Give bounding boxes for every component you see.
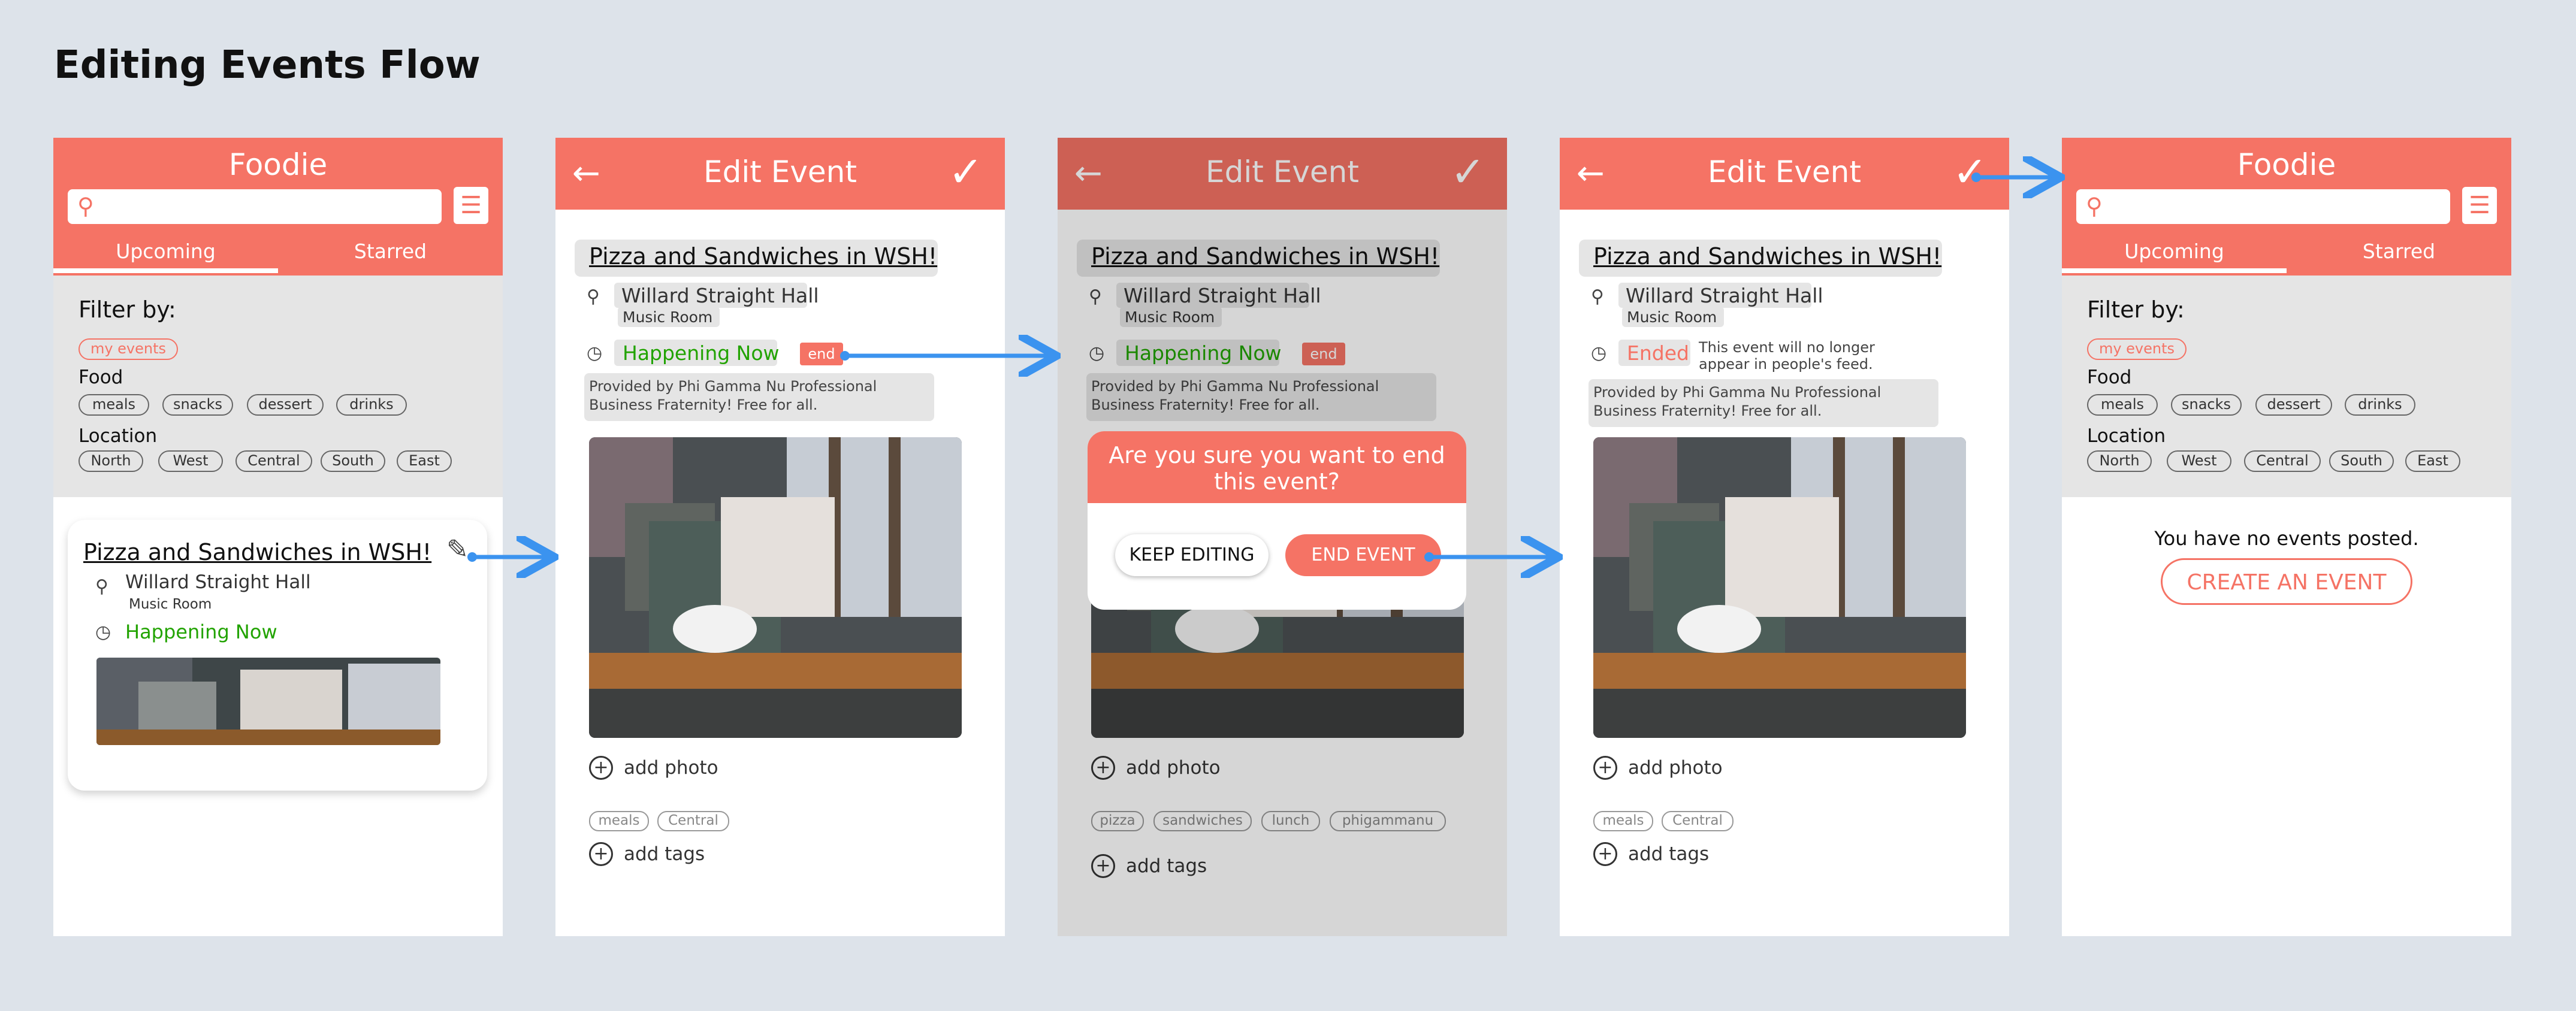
flow-arrows: [467, 0, 2576, 1011]
